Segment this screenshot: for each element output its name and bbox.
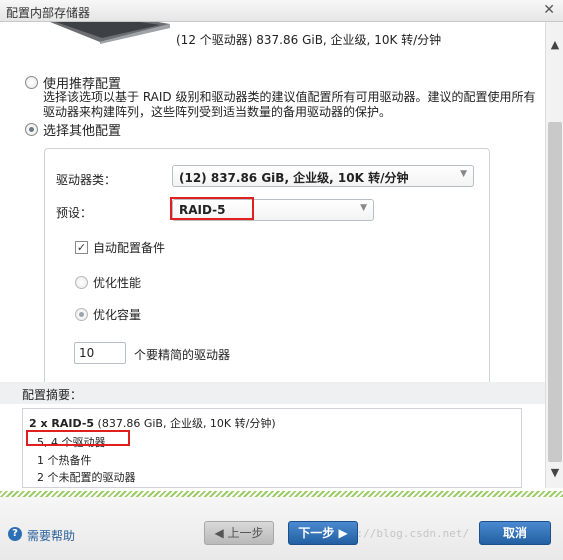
content-area: (12 个驱动器) 837.86 GiB, 企业级, 10K 转/分钟 使用推荐…	[0, 22, 545, 488]
preset-label: 预设：	[56, 206, 93, 220]
chevron-down-icon: ▼	[460, 169, 467, 179]
cancel-button[interactable]: 取消	[479, 521, 551, 545]
drive-image	[50, 22, 170, 44]
drive-count-label: 个要精简的驱动器	[134, 348, 231, 362]
drive-summary-text: (12 个驱动器) 837.86 GiB, 企业级, 10K 转/分钟	[176, 33, 442, 47]
other-config-label: 选择其他配置	[43, 124, 122, 139]
drive-class-value: (12) 837.86 GiB, 企业级, 10K 转/分钟	[179, 171, 409, 185]
help-link[interactable]: 需要帮助	[27, 527, 75, 544]
optimize-capacity-label: 优化容量	[93, 308, 142, 322]
title-bar: 配置内部存储器 ✕	[0, 0, 563, 22]
auto-spare-checkbox[interactable]: ✓	[75, 241, 88, 254]
summary-line-raid: 2 x RAID-5 (837.86 GiB, 企业级, 10K 转/分钟)	[29, 415, 276, 431]
summary-header: 配置摘要：	[0, 382, 545, 404]
scroll-down-icon[interactable]: ▼	[546, 464, 563, 482]
optimize-performance-label: 优化性能	[93, 276, 142, 290]
recommended-config-radio[interactable]	[25, 76, 38, 89]
highlight-preset	[170, 197, 254, 220]
window-title: 配置内部存储器	[6, 6, 91, 20]
close-icon[interactable]: ✕	[543, 2, 555, 18]
help-icon[interactable]: ?	[8, 527, 22, 541]
optimize-performance-radio[interactable]	[75, 276, 88, 289]
summary-line-unconfigured: 2 个未配置的驱动器	[37, 471, 136, 484]
auto-spare-label: 自动配置备件	[93, 241, 166, 255]
optimize-capacity-radio[interactable]	[75, 308, 88, 321]
summary-raid-count: 2 x RAID-5	[29, 417, 95, 430]
other-config-radio[interactable]	[25, 123, 38, 136]
summary-line-hot-spare: 1 个热备件	[37, 454, 92, 467]
chevron-down-icon: ▼	[360, 203, 367, 213]
highlight-drives	[26, 430, 130, 446]
recommended-config-description: 选择该选项以基于 RAID 级别和驱动器类的建议值配置所有可用驱动器。建议的配置…	[43, 90, 536, 119]
drive-class-select[interactable]: (12) 837.86 GiB, 企业级, 10K 转/分钟 ▼	[172, 165, 474, 187]
footer-bar: ? 需要帮助 http://blog.csdn.net/ ◀ 上一步 下一步 ▶…	[0, 497, 563, 560]
previous-button[interactable]: ◀ 上一步	[204, 521, 274, 545]
drive-count-input[interactable]: 10	[74, 342, 126, 364]
drive-class-label: 驱动器类：	[56, 173, 117, 187]
next-button[interactable]: 下一步 ▶	[288, 521, 358, 545]
summary-panel: 2 x RAID-5 (837.86 GiB, 企业级, 10K 转/分钟) 5…	[22, 408, 522, 488]
summary-raid-detail: (837.86 GiB, 企业级, 10K 转/分钟)	[94, 417, 276, 430]
scroll-thumb[interactable]	[548, 122, 562, 462]
vertical-scrollbar[interactable]: ▲ ▼	[545, 22, 563, 488]
summary-heading: 配置摘要：	[22, 388, 83, 402]
scroll-up-icon[interactable]: ▲	[546, 36, 563, 54]
